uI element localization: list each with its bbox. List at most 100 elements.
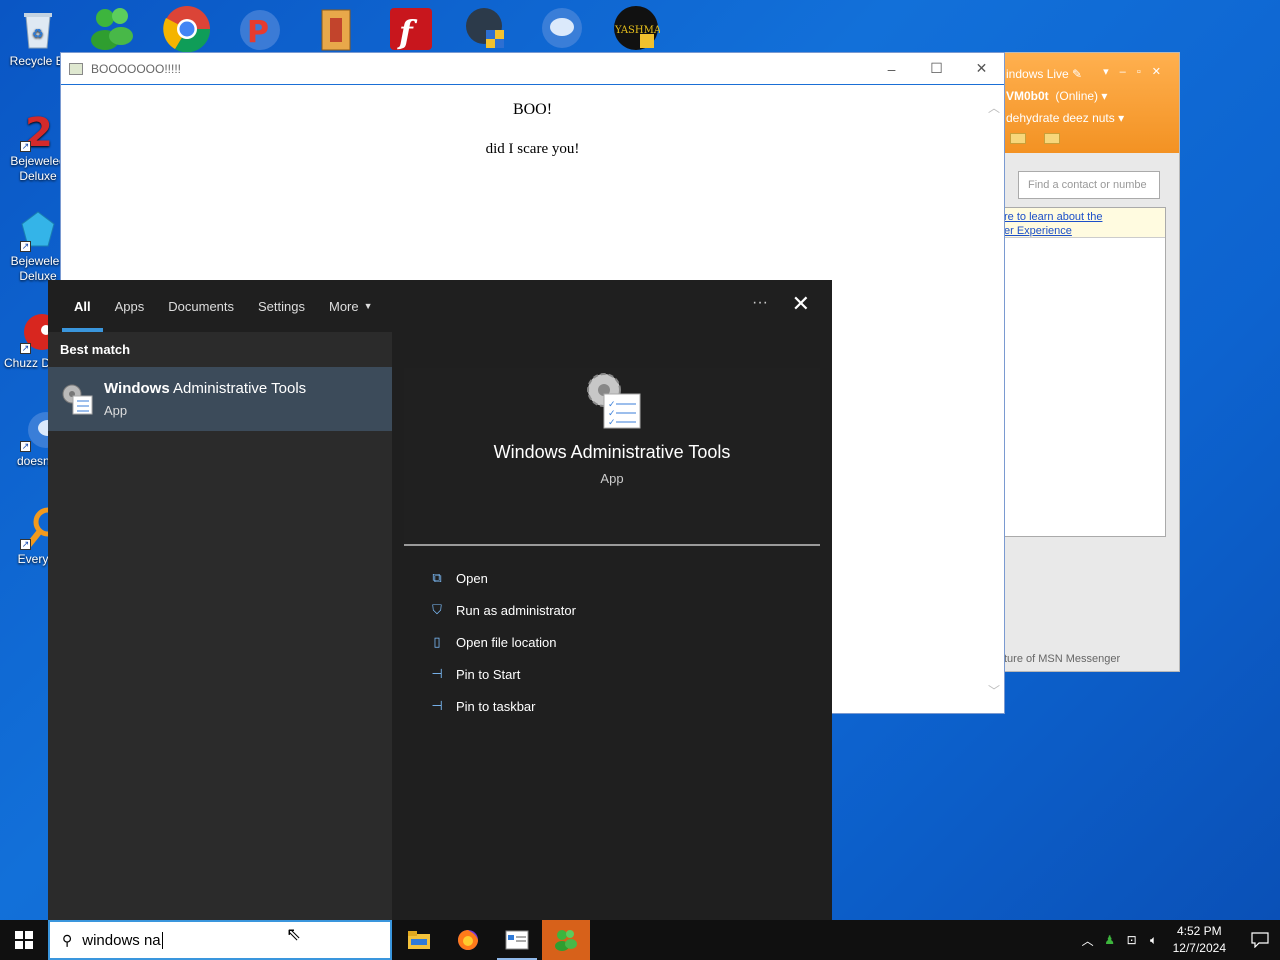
windows-logo-icon: [15, 931, 33, 949]
open-action[interactable]: ⧉ Open: [404, 562, 820, 594]
action-label: Pin to taskbar: [456, 698, 536, 714]
windows-guard-icon[interactable]: [460, 4, 510, 52]
pinball-icon[interactable]: P: [236, 4, 286, 52]
start-search-panel: All Apps Documents Settings More ▼ ··· ✕…: [48, 280, 832, 920]
search-icon: ⚲: [62, 931, 73, 948]
detail-hero: ✓ ✓ ✓ Windows Administrative Tools App: [404, 368, 820, 546]
volume-icon[interactable]: 🔈︎: [1143, 933, 1165, 948]
file-explorer-taskbar-button[interactable]: [395, 920, 443, 960]
clock-time: 4:52 PM: [1176, 924, 1222, 938]
chevron-down-icon[interactable]: ▾: [1118, 111, 1124, 125]
msn-messenger-taskbar-button[interactable]: [542, 920, 590, 960]
browser-window-icon: [505, 930, 529, 950]
msn-info-link[interactable]: re to learn about the: [1004, 210, 1161, 224]
recycle-bin-icon: ♻: [16, 8, 60, 52]
msn-header: indows Live ✎ VM0b0t (Online) ▾ dehydrat…: [1004, 53, 1179, 153]
pin-icon: ⊣: [431, 666, 443, 681]
tab-all[interactable]: All: [62, 280, 103, 332]
close-icon[interactable]: ✕: [792, 291, 810, 317]
archive-icon[interactable]: [312, 4, 362, 52]
msn-contact-list: re to learn about the er Experience: [1004, 207, 1166, 537]
boo-window-title: BOOOOOOO!!!!!: [91, 61, 182, 76]
msn-window-controls[interactable]: ▾ – ▫ ✕: [1103, 65, 1165, 78]
msn-messenger-window[interactable]: indows Live ✎ VM0b0t (Online) ▾ dehydrat…: [1004, 52, 1180, 672]
msn-messenger-icon[interactable]: [88, 4, 138, 52]
msn-brand-icon: ✎: [1072, 67, 1083, 81]
boo-page: BOO! did I scare you!: [61, 101, 1004, 158]
caret-down-icon: ▼: [363, 301, 373, 311]
pin-to-start-action[interactable]: ⊣ Pin to Start: [404, 658, 820, 690]
scroll-up-icon[interactable]: ︿: [988, 99, 1000, 116]
text-cursor: [161, 931, 163, 949]
action-label: Pin to Start: [456, 666, 521, 682]
action-label: Run as administrator: [456, 602, 576, 618]
svg-text:✓: ✓: [608, 418, 616, 428]
clock-date: 12/7/2024: [1172, 941, 1226, 955]
best-match-label: Best match: [60, 342, 131, 357]
msn-username[interactable]: VM0b0t: [1006, 89, 1049, 103]
tab-apps[interactable]: Apps: [103, 280, 157, 332]
maximize-button[interactable]: ☐: [914, 54, 959, 84]
more-options-icon[interactable]: ···: [752, 294, 768, 312]
tab-settings[interactable]: Settings: [246, 280, 317, 332]
browser-window-taskbar-button[interactable]: [493, 920, 541, 960]
taskbar: ⚲ windows na ⇖ ︿ ♟ ⊡ 🔈︎ 4:52 PM 12/7/202…: [0, 920, 1280, 960]
tab-documents[interactable]: Documents: [156, 280, 246, 332]
admin-tools-icon: ✓ ✓ ✓: [582, 368, 642, 430]
messenger-live-icon[interactable]: [536, 4, 586, 52]
firefox-icon: [458, 930, 478, 950]
boo-titlebar[interactable]: BOOOOOOO!!!!! – ☐ ✕: [61, 53, 1004, 85]
result-name-bold: Windows: [104, 380, 170, 397]
notification-icon: [1251, 932, 1269, 948]
msn-info-banner[interactable]: re to learn about the er Experience: [1004, 208, 1165, 238]
open-icon: ⧉: [432, 570, 442, 585]
file-explorer-icon: [408, 931, 430, 949]
open-file-location-action[interactable]: ▯ Open file location: [404, 626, 820, 658]
shield-admin-icon: ⛉: [432, 602, 442, 617]
msn-status[interactable]: (Online): [1055, 89, 1098, 103]
result-detail: ✓ ✓ ✓ Windows Administrative Tools App ⧉ O…: [404, 344, 820, 920]
flash-icon[interactable]: f: [386, 4, 436, 52]
msn-footer: ture of MSN Messenger: [1004, 653, 1121, 665]
pin-icon: ⊣: [431, 698, 443, 713]
chevron-down-icon[interactable]: ▾: [1101, 89, 1107, 103]
msn-brand: indows Live: [1006, 67, 1069, 81]
tab-more[interactable]: More ▼: [317, 280, 385, 332]
tab-more-label: More: [329, 298, 359, 314]
clock[interactable]: 4:52 PM 12/7/2024: [1173, 923, 1226, 957]
admin-tools-icon: [60, 382, 94, 416]
contact-search-input[interactable]: Find a contact or numbe: [1018, 171, 1160, 199]
msn-info-link[interactable]: er Experience: [1004, 224, 1161, 238]
mouse-cursor-icon: ⇖: [286, 924, 302, 944]
chrome-icon[interactable]: [162, 4, 212, 53]
detail-type: App: [600, 471, 624, 486]
firefox-taskbar-button[interactable]: [444, 920, 492, 960]
taskbar-search-input[interactable]: ⚲ windows na ⇖: [48, 920, 392, 960]
best-match-result[interactable]: Windows Administrative Tools App: [48, 367, 392, 431]
svg-text:♻: ♻: [32, 27, 44, 42]
action-label: Open file location: [456, 634, 557, 650]
chevron-up-icon[interactable]: ︿: [1077, 932, 1099, 949]
detail-actions: ⧉ Open ⛉ Run as administrator ▯ Open fil…: [404, 546, 820, 722]
scroll-down-icon[interactable]: ﹀: [988, 682, 1000, 699]
minimize-button[interactable]: –: [869, 54, 914, 84]
run-as-admin-action[interactable]: ⛉ Run as administrator: [404, 594, 820, 626]
boo-heading: BOO!: [512, 101, 553, 118]
bejeweled-icon: ↗: [16, 208, 60, 252]
msn-tray-icon[interactable]: ♟: [1099, 933, 1121, 947]
yashma-icon[interactable]: YASHMA: [610, 4, 662, 52]
folder-icon[interactable]: [1044, 133, 1060, 144]
msn-personal-message[interactable]: dehydrate deez nuts: [1006, 111, 1115, 125]
mail-icon[interactable]: [1010, 133, 1026, 144]
search-value: windows na: [82, 931, 161, 949]
svg-text:P: P: [247, 15, 269, 50]
network-icon[interactable]: ⊡: [1121, 933, 1143, 947]
pin-to-taskbar-action[interactable]: ⊣ Pin to taskbar: [404, 690, 820, 722]
notification-button[interactable]: [1240, 920, 1280, 960]
action-label: Open: [456, 570, 488, 586]
bejeweled-2-icon: 2 ↗: [16, 108, 60, 156]
detail-title: Windows Administrative Tools: [493, 442, 731, 462]
result-type: App: [104, 403, 128, 418]
start-button[interactable]: [0, 920, 48, 960]
close-button[interactable]: ✕: [959, 54, 1004, 84]
